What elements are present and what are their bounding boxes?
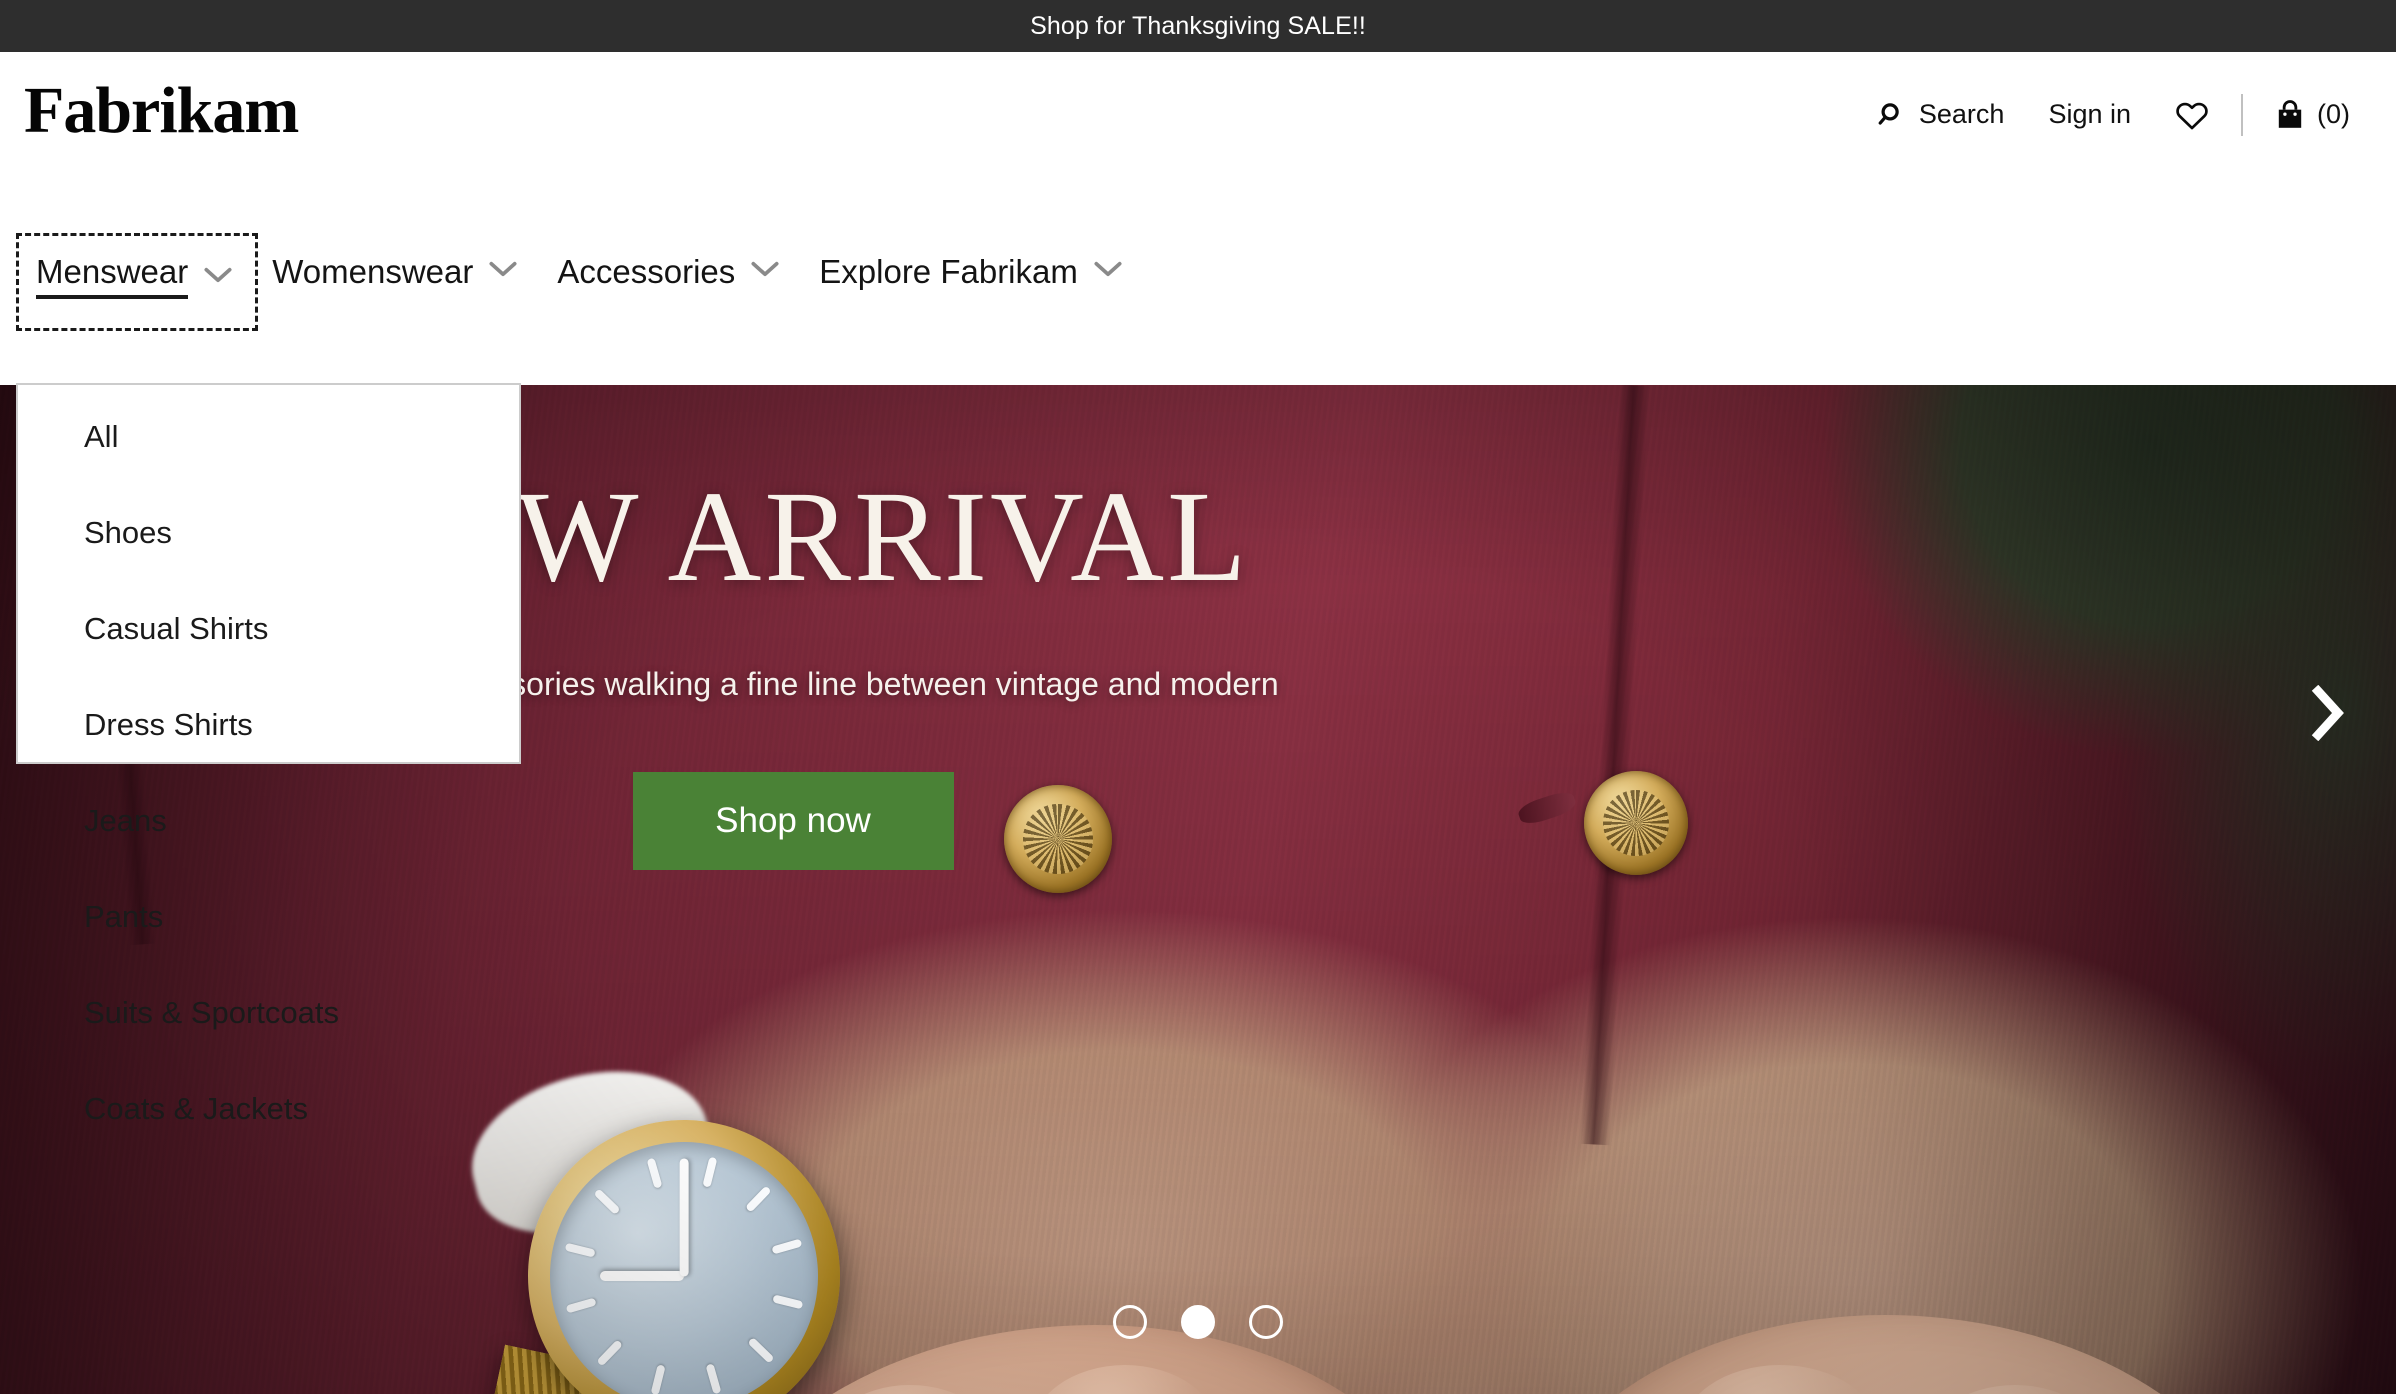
nav-item-accessories[interactable]: Accessories <box>537 233 799 314</box>
nav-item-explore-fabrikam[interactable]: Explore Fabrikam <box>799 233 1142 314</box>
wishlist-button[interactable] <box>2153 99 2231 131</box>
carousel-dot-2[interactable] <box>1181 1305 1215 1339</box>
promo-banner: Shop for Thanksgiving SALE!! <box>0 0 2396 52</box>
site-header: Fabrikam Search Sign in (0) <box>0 52 2396 177</box>
chevron-down-icon <box>204 266 232 289</box>
sign-in-button[interactable]: Sign in <box>2026 99 2153 130</box>
dropdown-item-all[interactable]: All <box>18 389 519 485</box>
cart-count: (0) <box>2317 99 2350 129</box>
shopping-bag-icon <box>2275 99 2305 131</box>
chevron-down-icon <box>751 260 779 283</box>
carousel-dot-3[interactable] <box>1249 1305 1283 1339</box>
header-divider <box>2241 93 2243 136</box>
nav-item-womenswear[interactable]: Womenswear <box>252 233 537 314</box>
search-icon <box>1877 100 1907 130</box>
nav-list: Menswear Womenswear Accessories Explore … <box>16 233 1142 331</box>
heart-icon <box>2175 99 2209 131</box>
cart-button[interactable]: (0) <box>2253 99 2372 131</box>
carousel-dots <box>0 1305 2396 1339</box>
nav-item-label: Explore Fabrikam <box>819 253 1078 290</box>
search-button[interactable]: Search <box>1855 99 2027 130</box>
nav-item-menswear[interactable]: Menswear <box>16 233 259 331</box>
dropdown-item-suits-sportcoats[interactable]: Suits & Sportcoats <box>18 965 519 1061</box>
shop-now-button[interactable]: Shop now <box>632 772 954 870</box>
menswear-dropdown-menu: All Shoes Casual Shirts Dress Shirts Jea… <box>16 383 521 1126</box>
dropdown-item-shoes[interactable]: Shoes <box>18 485 519 581</box>
nav-item-label: Accessories <box>557 253 736 290</box>
carousel-next-button[interactable] <box>2288 675 2368 755</box>
chevron-down-icon <box>489 260 517 283</box>
nav-item-label: Menswear <box>36 255 189 299</box>
dropdown-item-dress-shirts[interactable]: Dress Shirts <box>18 677 519 773</box>
chevron-right-icon <box>2308 684 2348 746</box>
header-utilities: Search Sign in (0) <box>1855 52 2372 177</box>
search-label: Search <box>1918 99 2005 129</box>
dropdown-item-jeans[interactable]: Jeans <box>18 773 519 869</box>
dropdown-item-casual-shirts[interactable]: Casual Shirts <box>18 581 519 677</box>
nav-item-label: Womenswear <box>272 253 474 290</box>
sign-in-label: Sign in <box>2048 99 2131 129</box>
brand-logo[interactable]: Fabrikam <box>24 78 299 144</box>
promo-banner-text: Shop for Thanksgiving SALE!! <box>1030 11 1366 40</box>
dropdown-item-coats-jackets[interactable]: Coats & Jackets <box>18 1061 519 1157</box>
chevron-down-icon <box>1094 260 1122 283</box>
carousel-dot-1[interactable] <box>1113 1305 1147 1339</box>
main-navigation: Menswear Womenswear Accessories Explore … <box>0 177 2396 385</box>
dropdown-item-pants[interactable]: Pants <box>18 869 519 965</box>
